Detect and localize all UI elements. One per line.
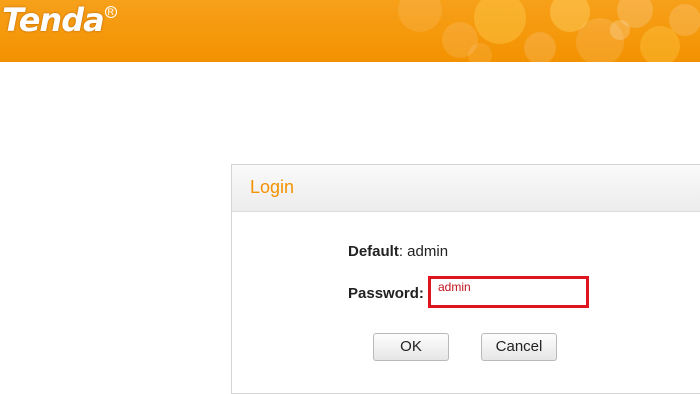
tenda-logo: Tenda R (0, 2, 123, 38)
bubbles-decoration (398, 0, 700, 62)
logo-text: Tenda (2, 1, 105, 39)
password-input[interactable] (431, 276, 588, 298)
login-title: Login (250, 177, 295, 197)
default-password-hint: Default: admin (348, 243, 448, 260)
page: Tenda R Login Default: admin Password: O… (0, 0, 700, 394)
login-panel-header: Login (232, 165, 700, 212)
registered-mark-icon: R (104, 6, 117, 18)
password-field-frame[interactable] (428, 276, 589, 308)
header-banner: Tenda R (0, 0, 700, 62)
login-panel: Login Default: admin Password: OK Cancel (231, 164, 700, 394)
default-label: Default (348, 243, 399, 260)
ok-button[interactable]: OK (373, 333, 449, 361)
default-value: : admin (398, 243, 449, 260)
cancel-button[interactable]: Cancel (481, 333, 557, 361)
password-label: Password: (348, 285, 424, 302)
